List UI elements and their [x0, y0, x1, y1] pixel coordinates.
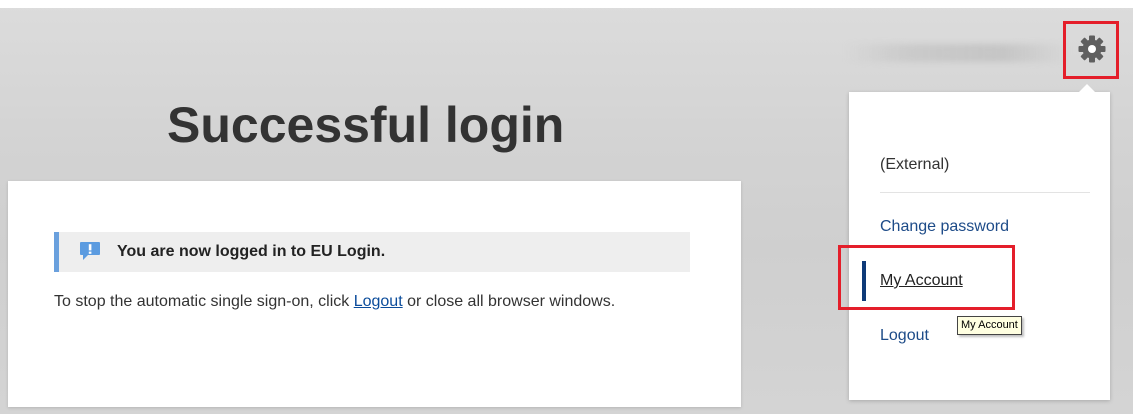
my-account-tooltip: My Account: [957, 316, 1022, 335]
exclamation-speech-icon: [80, 242, 100, 260]
menu-item-logout[interactable]: Logout: [880, 327, 929, 345]
gear-icon: [1078, 35, 1106, 63]
menu-user-label: (External): [880, 156, 950, 173]
login-notice-text: You are now logged in to EU Login.: [117, 243, 386, 260]
menu-item-change-password[interactable]: Change password: [880, 218, 1009, 236]
top-strip: [0, 0, 1133, 8]
my-account-highlight-box: [838, 245, 1015, 310]
login-notice: You are now logged in to EU Login.: [54, 232, 690, 272]
inline-logout-link[interactable]: Logout: [354, 293, 403, 310]
page-title: Successful login: [167, 97, 565, 153]
settings-menu-trigger[interactable]: [1063, 21, 1119, 79]
sso-info-text: To stop the automatic single sign-on, cl…: [54, 290, 654, 314]
menu-divider: [880, 192, 1090, 193]
menu-caret: [1079, 84, 1095, 92]
login-message-card: You are now logged in to EU Login. To st…: [8, 181, 741, 407]
sso-info-before: To stop the automatic single sign-on, cl…: [54, 293, 354, 310]
header-shadow-smudge: [845, 44, 1070, 62]
sso-info-after: or close all browser windows.: [402, 293, 616, 310]
